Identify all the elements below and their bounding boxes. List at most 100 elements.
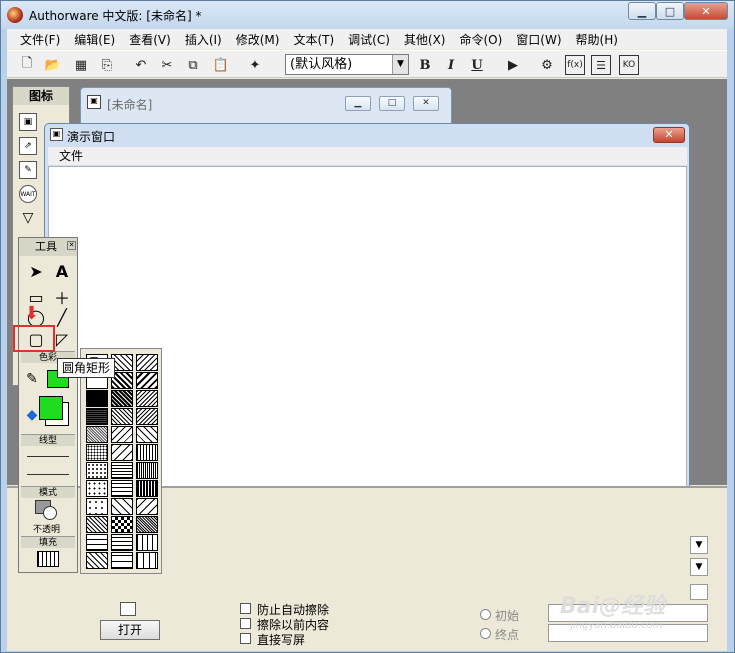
line-tool-icon[interactable]: ＋ <box>51 286 73 308</box>
fill-pattern-option[interactable] <box>136 390 158 407</box>
restart-icon[interactable]: ▶ <box>503 55 523 75</box>
line-style-medium[interactable] <box>27 474 69 475</box>
text-tool-icon[interactable]: A <box>51 260 73 282</box>
fill-pattern-option[interactable] <box>111 426 133 443</box>
fill-pattern-option[interactable] <box>86 516 108 533</box>
maximize-button[interactable]: □ <box>656 2 684 20</box>
text-style-value: (默认风格) <box>290 57 353 72</box>
fill-pattern-option[interactable] <box>136 444 158 461</box>
design-window-icon: ▣ <box>87 95 101 109</box>
presentation-close-button[interactable]: ✕ <box>653 127 685 143</box>
open-button[interactable]: 打开 <box>100 620 160 640</box>
fill-pattern-option[interactable] <box>86 390 108 407</box>
fill-pattern-option[interactable] <box>111 408 133 425</box>
pencil-color-icon[interactable]: ✎ <box>21 368 43 390</box>
end-radio[interactable] <box>480 628 491 639</box>
fill-pattern-option[interactable] <box>111 516 133 533</box>
italic-button[interactable]: I <box>441 55 461 75</box>
menu-insert[interactable]: 插入(I) <box>178 31 229 48</box>
prevent-auto-erase-checkbox[interactable] <box>240 603 251 614</box>
underline-button[interactable]: U <box>467 55 487 75</box>
fill-pattern-option[interactable] <box>111 498 133 515</box>
design-maximize-button[interactable]: □ <box>379 96 405 111</box>
fill-pattern-option[interactable] <box>136 372 158 389</box>
foreground-color-swatch[interactable] <box>39 396 63 420</box>
tools-close-icon[interactable]: ✕ <box>67 241 76 250</box>
line-style-thin[interactable] <box>27 456 69 457</box>
direct-to-screen-label: 直接写屏 <box>257 633 306 647</box>
fill-pattern-option[interactable] <box>111 462 133 479</box>
close-button[interactable]: ✕ <box>684 2 728 20</box>
pointer-tool-icon[interactable]: ➤ <box>25 260 47 282</box>
mode-section-label: 模式 <box>21 486 75 498</box>
erase-icon[interactable]: ✎ <box>19 161 37 179</box>
fill-pattern-option[interactable] <box>136 534 158 551</box>
fill-pattern-option[interactable] <box>86 426 108 443</box>
functions-icon[interactable]: f(x) <box>565 55 585 75</box>
fill-pattern-option[interactable] <box>136 354 158 371</box>
fill-pattern-option[interactable] <box>86 462 108 479</box>
position-field[interactable] <box>690 584 708 600</box>
copy-icon[interactable]: ⧉ <box>183 55 203 75</box>
menu-file[interactable]: 文件(F) <box>13 31 67 48</box>
tooltip: 圆角矩形 <box>57 358 116 378</box>
new-file-icon[interactable]: 🗋 <box>17 55 37 75</box>
bold-button[interactable]: B <box>415 55 435 75</box>
fill-pattern-option[interactable] <box>86 444 108 461</box>
dropdown-2-chevron-icon[interactable]: ▼ <box>690 558 708 576</box>
direct-to-screen-checkbox[interactable] <box>240 633 251 644</box>
find-icon[interactable]: ✦ <box>245 55 265 75</box>
fill-pattern-option[interactable] <box>136 480 158 497</box>
presentation-menu-file[interactable]: 文件 <box>48 147 687 165</box>
motion-icon[interactable]: ⇗ <box>19 137 37 155</box>
cut-icon[interactable]: ✂ <box>157 55 177 75</box>
fill-pattern-swatch[interactable] <box>37 551 59 567</box>
fill-pattern-option[interactable] <box>111 390 133 407</box>
end-label: 终点 <box>495 628 520 642</box>
display-icon[interactable]: ▣ <box>19 113 37 131</box>
menu-text[interactable]: 文本(T) <box>286 31 341 48</box>
design-minimize-button[interactable]: ▁ <box>345 96 371 111</box>
control-panel-icon[interactable]: ⚙ <box>537 55 557 75</box>
fill-pattern-option[interactable] <box>86 480 108 497</box>
fill-pattern-option[interactable] <box>136 498 158 515</box>
text-style-select[interactable]: (默认风格) ▼ <box>285 54 409 75</box>
dropdown-1-chevron-icon[interactable]: ▼ <box>690 536 708 554</box>
open-folder-icon[interactable]: 📂 <box>43 55 63 75</box>
fill-pattern-option[interactable] <box>136 462 158 479</box>
fill-pattern-option[interactable] <box>86 408 108 425</box>
fill-pattern-option[interactable] <box>136 426 158 443</box>
fill-pattern-option[interactable] <box>136 552 158 569</box>
wait-icon[interactable]: WAIT <box>19 185 37 203</box>
minimize-button[interactable]: ▁ <box>628 2 656 20</box>
menu-view[interactable]: 查看(V) <box>122 31 178 48</box>
erase-previous-checkbox[interactable] <box>240 618 251 629</box>
fill-pattern-option[interactable] <box>136 516 158 533</box>
menu-modify[interactable]: 修改(M) <box>229 31 287 48</box>
menu-edit[interactable]: 编辑(E) <box>67 31 122 48</box>
import-icon[interactable]: ⎘ <box>97 55 117 75</box>
mode-value-label: 不透明 <box>33 525 61 535</box>
navigate-icon[interactable]: ▽ <box>19 209 37 227</box>
fill-pattern-option[interactable] <box>111 480 133 497</box>
menu-help[interactable]: 帮助(H) <box>569 31 625 48</box>
paste-icon[interactable]: 📋 <box>211 55 231 75</box>
menu-debug[interactable]: 调试(C) <box>341 31 397 48</box>
fill-pattern-option[interactable] <box>136 408 158 425</box>
knowledge-objects-icon[interactable]: KO <box>619 55 639 75</box>
fill-pattern-option[interactable] <box>111 534 133 551</box>
initial-label: 初始 <box>495 609 520 623</box>
menu-other[interactable]: 其他(X) <box>397 31 453 48</box>
undo-icon[interactable]: ↶ <box>131 55 151 75</box>
fill-pattern-option[interactable] <box>111 444 133 461</box>
fill-pattern-option[interactable] <box>86 552 108 569</box>
fill-pattern-option[interactable] <box>86 498 108 515</box>
fill-pattern-option[interactable] <box>86 534 108 551</box>
fill-pattern-option[interactable] <box>111 552 133 569</box>
initial-radio[interactable] <box>480 609 491 620</box>
variables-icon[interactable]: ☰ <box>591 55 611 75</box>
design-close-button[interactable]: ✕ <box>413 96 439 111</box>
menu-commands[interactable]: 命令(O) <box>452 31 509 48</box>
menu-window[interactable]: 窗口(W) <box>509 31 568 48</box>
save-all-icon[interactable]: ▦ <box>71 55 91 75</box>
